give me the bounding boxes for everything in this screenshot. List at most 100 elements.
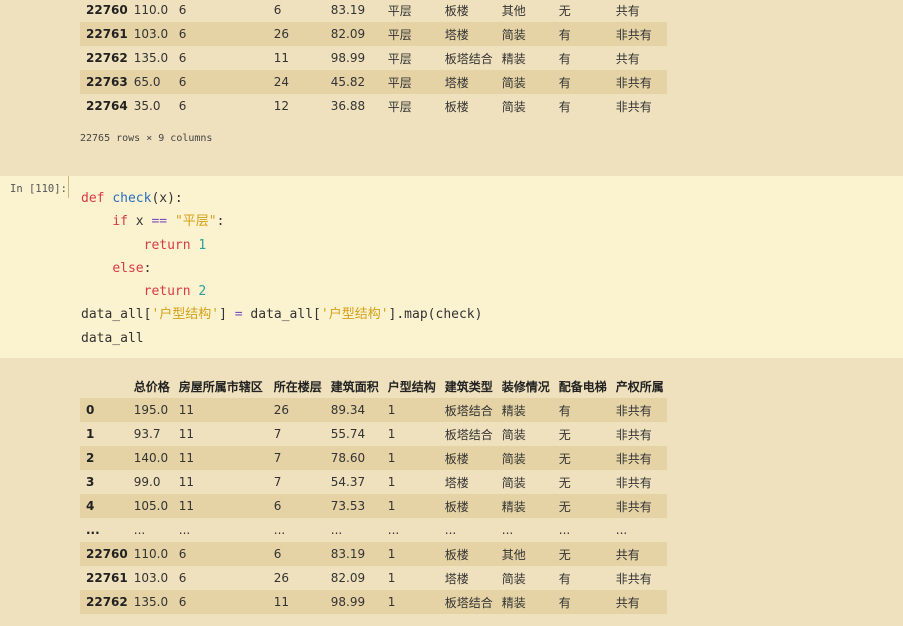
table-cell: 无 [558,3,571,18]
table-cell: 6 [178,547,187,561]
table-cell: 非共有 [615,403,652,418]
code-token: '户型结构' [320,307,389,323]
table-cell: 7 [273,427,282,441]
table-row: 22760 110.0 6 6 83.19 1 板楼 其他 无 共有 [80,542,667,566]
row-index: ... [86,523,100,537]
table-cell: 简装 [501,27,526,42]
column-header: 总价格 [133,379,170,394]
table-cell: 共有 [615,3,640,18]
table-cell: 非共有 [615,475,652,490]
table-cell: 11 [178,451,195,465]
table-cell: 板楼 [444,99,469,114]
table-cell: ... [273,523,286,537]
table-cell: 98.99 [330,595,366,609]
column-header: 所在楼层 [273,379,322,394]
table-cell: 24 [273,75,290,89]
table-row: 22762 135.0 6 11 98.99 平层 板塔结合 精装 有 共有 [80,46,667,70]
table-cell: 6 [178,75,187,89]
row-index: 0 [86,403,95,417]
column-header: 装修情况 [501,379,550,394]
table-cell: ... [330,523,343,537]
table-cell: 无 [558,427,571,442]
code-token: == [151,214,168,230]
table-cell: 7 [273,475,282,489]
code-token: if [112,214,128,230]
table-cell: 93.7 [133,427,161,441]
table-cell: 板楼 [444,499,469,514]
table-cell: 110.0 [133,547,169,561]
table-cell: 塔楼 [444,27,469,42]
table-cell: 有 [558,571,571,586]
table-cell: 11 [178,427,195,441]
table-cell: 135.0 [133,51,169,65]
table-cell: 1 [387,475,396,489]
table-cell: 6 [273,499,282,513]
table-cell: 简装 [501,475,526,490]
table-cell: 1 [387,571,396,585]
code-token: "平层" [174,214,217,230]
table-row: 2 140.0 11 7 78.60 1 板楼 简装 无 非共有 [80,446,667,470]
table-cell: 非共有 [615,75,652,90]
column-header: 房屋所属市辖区 [178,379,263,394]
table-cell: 无 [558,499,571,514]
table-cell: 非共有 [615,99,652,114]
table-cell: 非共有 [615,427,652,442]
table-cell: 82.09 [330,27,366,41]
table-cell: 55.74 [330,427,366,441]
table-row: 4 105.0 11 6 73.53 1 板楼 精装 无 非共有 [80,494,667,518]
table-cell: 塔楼 [444,75,469,90]
table-cell: 板塔结合 [444,403,493,418]
table-cell: 简装 [501,427,526,442]
table-cell: ... [387,523,400,537]
table-cell: 简装 [501,451,526,466]
table-cell: 1 [387,427,396,441]
table-cell: 11 [273,51,290,65]
code-token: data_all [81,330,144,346]
table-cell: ... [444,523,457,537]
table-cell: 有 [558,27,571,42]
output-dataframe-body: 0 195.0 11 26 89.34 1 板塔结合 精装有非共有 1 93.7 11 7 55.74 1… [80,398,667,614]
code-token: ].map(check) [388,307,483,323]
cell-input-border [68,176,69,198]
table-cell: 非共有 [615,27,652,42]
table-cell: 1 [387,499,396,513]
table-row: 22761 103.0 6 26 82.09 平层 塔楼 简装 有 非共有 [80,22,667,46]
table-cell: 精装 [501,499,526,514]
table-cell: 板塔结合 [444,427,493,442]
table-cell: 140.0 [133,451,169,465]
table-cell: 共有 [615,547,640,562]
column-header: 建筑类型 [444,379,493,394]
table-row: 22762 135.0 6 11 98.99 1 板塔结合 精装 有 共有 [80,590,667,614]
code-token: def [81,191,105,206]
code-token: return [143,237,191,253]
table-cell: 有 [558,75,571,90]
table-cell: 平层 [387,75,412,90]
code-token: ] [219,307,235,323]
table-cell: 82.09 [330,571,366,585]
table-cell: 其他 [501,3,526,18]
table-cell: 平层 [387,3,412,18]
table-cell: ... [558,523,571,537]
table-cell: 板塔结合 [444,595,493,610]
table-cell: 99.0 [133,475,161,489]
table-cell: 其他 [501,547,526,562]
column-header: 户型结构 [387,379,436,394]
table-cell: 6 [178,571,187,585]
table-cell: 无 [558,475,571,490]
code-token: 1 [198,237,207,253]
table-cell: 11 [273,595,290,609]
code-editor[interactable]: def check(x): if x == "平层": return 1 els… [81,187,482,350]
cell-prompt: In [110]: [10,183,67,195]
table-cell: 11 [178,499,195,513]
table-row: 3 99.0 11 7 54.37 1 塔楼 简装 无 非共有 [80,470,667,494]
code-token: : [143,260,152,276]
table-cell: 98.99 [330,51,366,65]
table-cell: 有 [558,403,571,418]
table-cell: 6 [178,51,187,65]
table-cell: 6 [178,3,187,17]
table-cell: 精装 [501,403,526,418]
table-cell: 195.0 [133,403,169,417]
table-cell: 非共有 [615,571,652,586]
table-cell: 110.0 [133,3,169,17]
column-header: 建筑面积 [330,379,379,394]
